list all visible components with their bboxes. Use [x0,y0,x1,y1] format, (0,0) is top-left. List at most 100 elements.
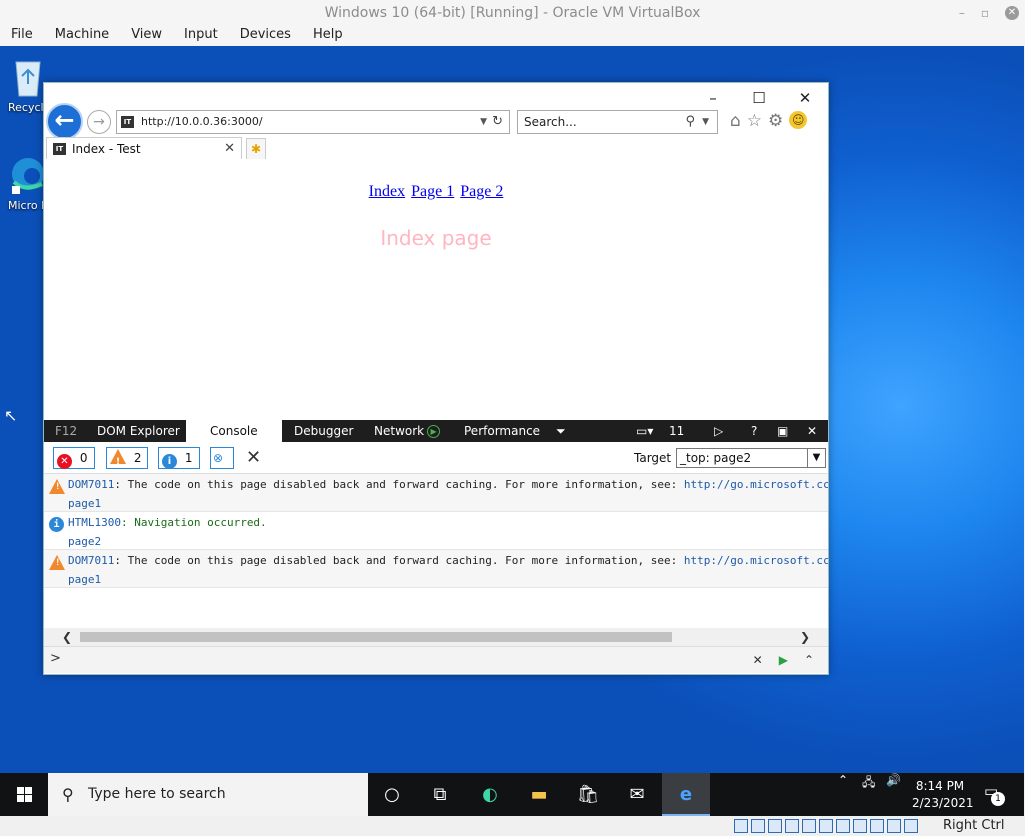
scroll-right-icon[interactable]: ❯ [800,628,810,646]
audio-icon[interactable] [768,819,782,833]
start-button[interactable] [0,773,48,816]
favorites-star-icon[interactable]: ☆ [747,111,762,131]
mail-icon[interactable]: ✉ [613,773,661,816]
console-input[interactable]: > ✕ ▶ ⌃ [44,646,828,673]
usb-icon[interactable] [802,819,816,833]
action-center-icon[interactable]: ▭ 1 [984,782,1005,806]
scroll-thumb[interactable] [80,632,672,642]
feedback-smiley-icon[interactable]: ☺ [789,111,808,129]
windows-logo-icon [16,787,24,794]
tab-console[interactable]: Console [186,420,282,442]
run-icon[interactable]: ▶ [779,653,788,667]
more-tabs-icon[interactable]: ⏷ [556,420,566,442]
emulation-device-icon[interactable]: ▭▾ [636,420,653,442]
message-source[interactable]: page1 [68,497,101,510]
message-code: DOM7011 [68,478,115,491]
clear-on-navigate-button[interactable]: ⊗ [210,447,234,469]
page-nav: Index Page 1 Page 2 [44,183,828,201]
nav-link-index[interactable]: Index [369,183,405,200]
ie-chrome: – ☐ ✕ ← → IT http://10.0.0.36:3000/ ▼ ↻ … [44,83,828,161]
record-icon: ▶ [427,425,441,438]
document-mode[interactable]: 11 [669,420,684,442]
shared-folders-icon[interactable] [819,819,833,833]
file-explorer-icon[interactable]: ▬ [515,773,563,816]
filter-info-button[interactable]: i 1 [158,447,200,469]
filter-warnings-button[interactable]: ! 2 [106,447,148,469]
info-icon: i [162,454,177,469]
display-icon[interactable] [836,819,850,833]
devtools-close-icon[interactable]: ✕ [807,420,817,442]
nav-link-page1[interactable]: Page 1 [411,183,454,200]
back-button[interactable]: ← [46,103,83,140]
menu-devices[interactable]: Devices [229,26,302,46]
clock[interactable]: 8:14 PM 2/23/2021 [912,778,974,812]
home-icon[interactable]: ⌂ [730,111,741,131]
expand-multiline-icon[interactable]: ⌃ [804,653,814,667]
close-icon[interactable]: ✕ [1005,6,1019,20]
menu-input[interactable]: Input [173,26,229,46]
horizontal-scrollbar[interactable]: ❮ ❯ [44,628,828,646]
ie-maximize-icon[interactable]: ☐ [736,87,782,109]
search-icon[interactable]: ⚲ [685,111,695,133]
message-link[interactable]: http://go.microsoft.cc [684,554,828,567]
mouse-integration-icon[interactable] [887,819,901,833]
optical-drive-icon[interactable] [751,819,765,833]
host-key-label: Right Ctrl [943,818,1005,833]
ie-minimize-icon[interactable]: – [690,87,736,109]
message-source[interactable]: page2 [68,535,101,548]
warning-count: 2 [133,451,142,465]
taskbar-search[interactable]: ⚲ Type here to search [48,773,368,816]
recycle-bin-icon [15,61,41,97]
menu-file[interactable]: File [0,26,44,46]
clear-input-icon[interactable]: ✕ [753,653,763,667]
tab-close-icon[interactable]: ✕ [224,138,235,160]
minimize-icon[interactable]: – [959,0,965,26]
message-link[interactable]: http://go.microsoft.cc [684,478,828,491]
store-icon[interactable]: 🛍 [564,773,612,816]
tab-index-test[interactable]: IT Index - Test ✕ [46,137,242,161]
tab-dom-explorer[interactable]: DOM Explorer [97,420,180,442]
scroll-left-icon[interactable]: ❮ [62,628,72,646]
console-toggle-icon[interactable]: ▷ [714,420,723,442]
address-bar[interactable]: IT http://10.0.0.36:3000/ ▼ ↻ [116,110,510,134]
console-message[interactable]: ! DOM7011: The code on this page disable… [44,550,828,588]
task-view-icon[interactable]: ⧉ [416,773,464,816]
gear-icon[interactable]: ⚙ [768,111,783,131]
address-dropdown-icon[interactable]: ▼ [480,111,487,133]
tab-debugger[interactable]: Debugger [294,420,353,442]
warning-icon: ! [49,555,65,570]
new-tab-button[interactable]: ✱ [246,138,266,160]
tab-network[interactable]: Network ▶ [374,420,441,442]
keyboard-capture-icon[interactable] [904,819,918,833]
refresh-icon[interactable]: ↻ [492,111,503,133]
network-adapter-icon[interactable] [785,819,799,833]
virtualization-icon[interactable] [870,819,884,833]
tab-performance[interactable]: Performance [464,420,540,442]
undock-icon[interactable]: ▣ [777,420,788,442]
menu-help[interactable]: Help [302,26,354,46]
edge-taskbar-icon[interactable]: ◐ [466,773,514,816]
filter-errors-button[interactable]: ✕ 0 [53,447,95,469]
hard-disk-icon[interactable] [734,819,748,833]
forward-button[interactable]: → [87,110,111,134]
message-code: HTML1300 [68,516,121,529]
ie-taskbar-icon[interactable]: e [662,773,710,816]
ie-close-icon[interactable]: ✕ [782,87,828,109]
target-select[interactable]: _top: page2 ▼ [676,448,826,468]
menu-machine[interactable]: Machine [44,26,120,46]
vbox-menubar: File Machine View Input Devices Help [0,26,1025,46]
video-capture-icon[interactable] [853,819,867,833]
restore-icon[interactable]: ▫ [981,0,989,26]
help-icon[interactable]: ? [751,420,757,442]
search-dropdown-icon[interactable]: ▼ [702,111,709,133]
console-message[interactable]: ! DOM7011: The code on this page disable… [44,474,828,512]
search-icon: ⚲ [62,785,74,804]
nav-link-page2[interactable]: Page 2 [460,183,503,200]
address-url[interactable]: http://10.0.0.36:3000/ [141,111,263,133]
message-source[interactable]: page1 [68,573,101,586]
search-box[interactable]: Search... ⚲ ▼ [517,110,718,134]
clear-console-icon[interactable]: ✕ [246,447,261,468]
menu-view[interactable]: View [120,26,173,46]
console-message[interactable]: i HTML1300: Navigation occurred. page2 [44,512,828,550]
cortana-icon[interactable]: ○ [368,773,416,816]
